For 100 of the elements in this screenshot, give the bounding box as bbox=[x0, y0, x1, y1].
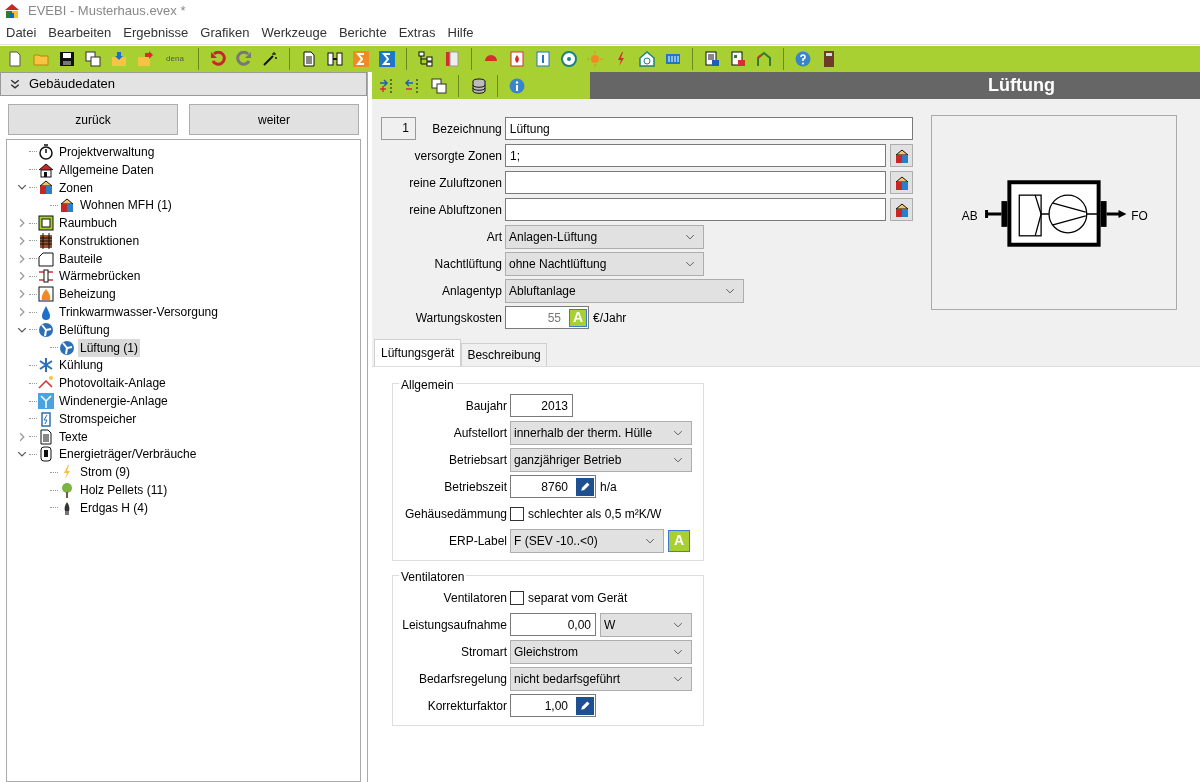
tree-item[interactable]: Wärmebrücken bbox=[57, 267, 143, 286]
tree-item[interactable]: Zonen bbox=[57, 178, 96, 197]
field-label: Leistungsaufnahme bbox=[402, 617, 507, 632]
tree-item[interactable]: Wohnen MFH (1) bbox=[78, 196, 174, 215]
dropdown[interactable]: ganzjähriger Betrieb bbox=[510, 447, 692, 472]
zone-house-icon[interactable] bbox=[893, 147, 910, 164]
nav-button[interactable]: weiter bbox=[189, 104, 359, 135]
tree-item[interactable]: Windenergie-Anlage bbox=[57, 392, 170, 411]
word-report-icon[interactable] bbox=[704, 51, 720, 67]
copy-icon[interactable] bbox=[431, 77, 447, 94]
tree-item[interactable]: Allgemeine Daten bbox=[57, 160, 156, 179]
input-field[interactable] bbox=[505, 198, 886, 221]
dropdown[interactable]: innerhalb der therm. Hülle bbox=[510, 420, 692, 445]
tree-item[interactable]: Strom (9) bbox=[78, 463, 132, 482]
input-field[interactable] bbox=[505, 171, 886, 194]
battery-icon bbox=[38, 410, 54, 427]
zone-house-icon bbox=[59, 197, 75, 214]
collapse-icon[interactable] bbox=[9, 78, 21, 90]
tree-item[interactable]: Projektverwaltung bbox=[57, 142, 157, 161]
help-icon[interactable] bbox=[795, 51, 811, 67]
tab[interactable]: Beschreibung bbox=[461, 343, 547, 366]
dropdown[interactable]: Anlagen-Lüftung bbox=[505, 224, 704, 249]
pdf-report-icon[interactable] bbox=[730, 51, 746, 67]
menu-item[interactable]: Extras bbox=[392, 21, 442, 45]
dropdown[interactable]: ohne Nachtlüftung bbox=[505, 251, 704, 276]
folder-import-icon[interactable] bbox=[111, 51, 127, 67]
tree-diagram-icon[interactable] bbox=[418, 51, 434, 67]
zone-house-icon bbox=[38, 179, 54, 196]
pencil-icon[interactable] bbox=[579, 480, 591, 493]
wall-layers-icon bbox=[38, 232, 54, 249]
menu-item[interactable]: Datei bbox=[0, 21, 43, 45]
sum-icon[interactable] bbox=[353, 51, 369, 67]
tree-item[interactable]: Kühlung bbox=[57, 356, 106, 375]
remove-rows-icon[interactable] bbox=[405, 77, 421, 94]
tree-item[interactable]: Raumbuch bbox=[57, 214, 120, 233]
add-rows-icon[interactable] bbox=[379, 77, 395, 94]
tree-item[interactable]: Stromspeicher bbox=[57, 409, 139, 428]
database-icon[interactable] bbox=[470, 77, 486, 94]
input-field[interactable]: 0,00 bbox=[510, 613, 596, 636]
copy-icon[interactable] bbox=[85, 51, 101, 67]
dena-button[interactable]: dena bbox=[160, 48, 190, 70]
redo-icon[interactable] bbox=[236, 51, 252, 67]
zone-house-icon[interactable] bbox=[893, 174, 910, 191]
dropdown[interactable]: Gleichstrom bbox=[510, 639, 692, 664]
field-label: Betriebszeit bbox=[444, 479, 507, 494]
document-icon bbox=[38, 428, 54, 445]
info-icon[interactable] bbox=[509, 77, 525, 94]
wall-layers-icon[interactable] bbox=[444, 51, 460, 67]
input-field[interactable]: 8760 bbox=[510, 475, 596, 498]
dropdown[interactable]: nicht bedarfsgeführt bbox=[510, 666, 692, 691]
checkbox[interactable] bbox=[510, 506, 524, 521]
dropdown[interactable]: Abluftanlage bbox=[505, 278, 744, 303]
nav-button[interactable]: zurück bbox=[8, 104, 178, 135]
menu-item[interactable]: Hilfe bbox=[441, 21, 480, 45]
tree-item[interactable]: Holz Pellets (11) bbox=[78, 481, 170, 500]
tree-item[interactable]: Beheizung bbox=[57, 285, 118, 304]
floor-plan-icon bbox=[38, 215, 54, 232]
tree-item[interactable]: Energieträger/Verbräuche bbox=[57, 445, 199, 464]
magic-wand-icon[interactable] bbox=[262, 51, 278, 67]
dropdown[interactable]: W bbox=[600, 612, 692, 637]
tree-item[interactable]: Konstruktionen bbox=[57, 231, 142, 250]
undo-icon[interactable] bbox=[210, 51, 226, 67]
tree-item[interactable]: Lüftung (1) bbox=[78, 338, 141, 357]
input-field[interactable]: 1,00 bbox=[510, 694, 596, 717]
input-field[interactable]: 55 A bbox=[505, 306, 589, 329]
inlet-label: AB bbox=[961, 208, 978, 223]
stopwatch-icon bbox=[38, 143, 54, 160]
checkbox[interactable] bbox=[510, 590, 524, 605]
energy-house-icon[interactable] bbox=[756, 51, 772, 67]
checkbox-label: schlechter als 0,5 m²K/W bbox=[528, 505, 662, 523]
new-document-icon[interactable] bbox=[7, 51, 23, 67]
tree-item[interactable]: Bauteile bbox=[57, 249, 105, 268]
dropdown[interactable]: F (SEV -10..<0) bbox=[510, 528, 664, 553]
checkbox-label: separat vom Gerät bbox=[528, 589, 628, 607]
folder-export-icon[interactable] bbox=[137, 51, 153, 67]
field-label: versorgte Zonen bbox=[414, 147, 502, 165]
tree-item[interactable]: Photovoltaik-Anlage bbox=[57, 374, 168, 393]
input-field[interactable]: Lüftung bbox=[504, 117, 913, 140]
input-field[interactable]: 2013 bbox=[510, 394, 573, 417]
plug-icon bbox=[38, 446, 54, 463]
sum-icon[interactable] bbox=[379, 51, 395, 67]
report-icon[interactable] bbox=[301, 51, 317, 67]
tree-item[interactable]: Texte bbox=[57, 427, 90, 446]
tree-item[interactable]: Erdgas H (4) bbox=[78, 498, 151, 517]
flame-icon[interactable] bbox=[509, 51, 525, 67]
compare-icon[interactable] bbox=[327, 51, 343, 67]
record-number: 1 bbox=[381, 117, 416, 140]
unit-label: €/Jahr bbox=[593, 309, 627, 327]
menu-item[interactable]: Ergebnisse bbox=[117, 21, 195, 45]
menu-item[interactable]: Bearbeiten bbox=[42, 21, 118, 45]
tab[interactable]: Lüftungsgerät bbox=[374, 339, 462, 366]
input-field[interactable]: 1; bbox=[505, 144, 886, 167]
zone-house-icon[interactable] bbox=[893, 201, 910, 218]
menu-item[interactable]: Werkzeuge bbox=[255, 21, 333, 45]
tree-item[interactable]: Trinkwarmwasser-Versorgung bbox=[57, 303, 220, 322]
menu-item[interactable]: Grafiken bbox=[194, 21, 256, 45]
tree-item[interactable]: Belüftung bbox=[57, 320, 112, 339]
menu-item[interactable]: Berichte bbox=[332, 21, 393, 45]
pencil-icon[interactable] bbox=[579, 699, 591, 712]
section-title: Lüftung bbox=[988, 74, 1055, 97]
